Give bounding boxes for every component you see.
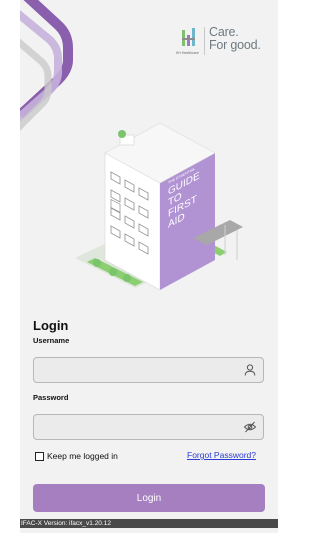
login-button[interactable]: Login bbox=[33, 484, 265, 512]
username-label: Username bbox=[33, 336, 70, 345]
keep-logged-in[interactable]: Keep me logged in bbox=[35, 449, 118, 463]
login-screen: KH Healthcare Care. For good. THE ESSENT… bbox=[20, 0, 278, 533]
keep-logged-in-checkbox[interactable] bbox=[35, 451, 44, 461]
brand-tagline: Care. For good. bbox=[209, 25, 261, 52]
version-bar: IFAC-X Version: ifacx_v1.20.12 bbox=[20, 519, 278, 528]
login-title: Login bbox=[33, 318, 69, 333]
eye-off-icon[interactable] bbox=[243, 420, 257, 434]
first-aid-building-illustration: THE ESSENTIAL GUIDE TO FIRST AID bbox=[75, 122, 243, 291]
password-field[interactable] bbox=[33, 414, 264, 440]
username-input[interactable] bbox=[40, 362, 234, 380]
decorative-stripes bbox=[20, 0, 73, 131]
password-input[interactable] bbox=[40, 419, 234, 437]
keep-logged-in-label: Keep me logged in bbox=[47, 451, 118, 461]
logo-divider bbox=[204, 27, 205, 55]
brand-small-text: KH Healthcare bbox=[176, 51, 199, 55]
version-text: IFAC-X Version: ifacx_v1.20.12 bbox=[21, 520, 111, 527]
user-icon bbox=[244, 364, 256, 376]
forgot-password-link[interactable]: Forgot Password? bbox=[187, 450, 256, 460]
password-label: Password bbox=[33, 393, 69, 402]
username-field[interactable] bbox=[33, 357, 264, 383]
brand-logo: KH Healthcare Care. For good. bbox=[176, 25, 278, 60]
